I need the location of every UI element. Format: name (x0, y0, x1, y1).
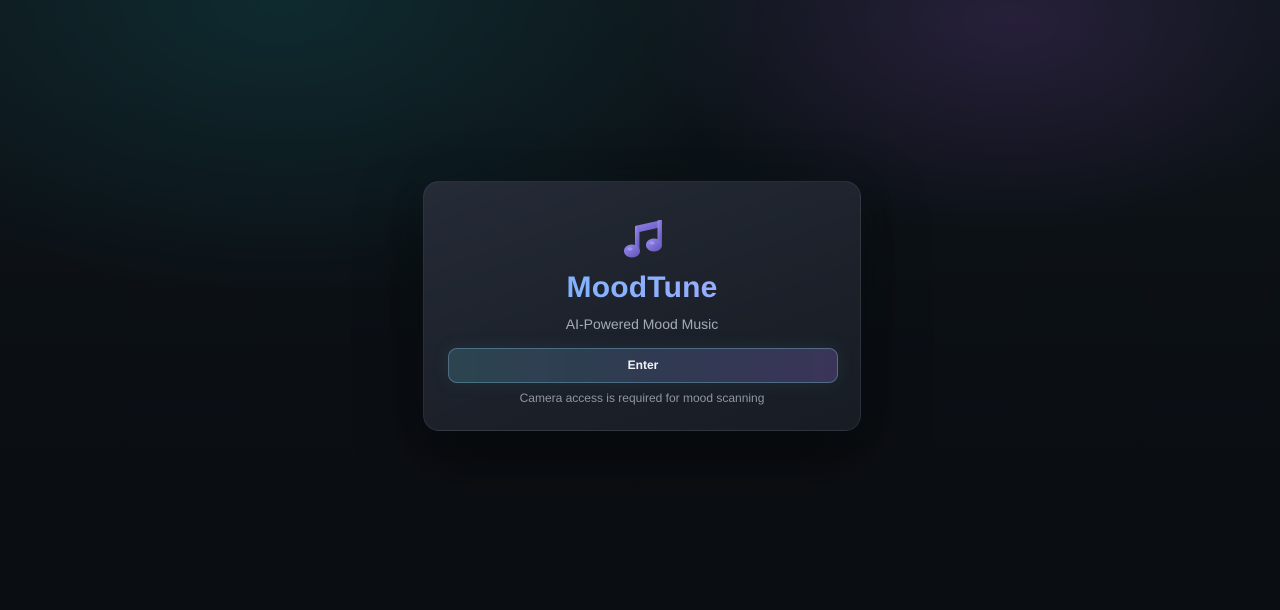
welcome-card: MoodTune AI-Powered Mood Music Enter Cam… (423, 181, 861, 431)
camera-access-note: Camera access is required for mood scann… (519, 391, 765, 405)
music-note-icon (624, 220, 662, 258)
enter-button[interactable]: Enter (448, 348, 838, 383)
app-subtitle: AI-Powered Mood Music (565, 316, 719, 332)
app-title: MoodTune (424, 271, 860, 305)
